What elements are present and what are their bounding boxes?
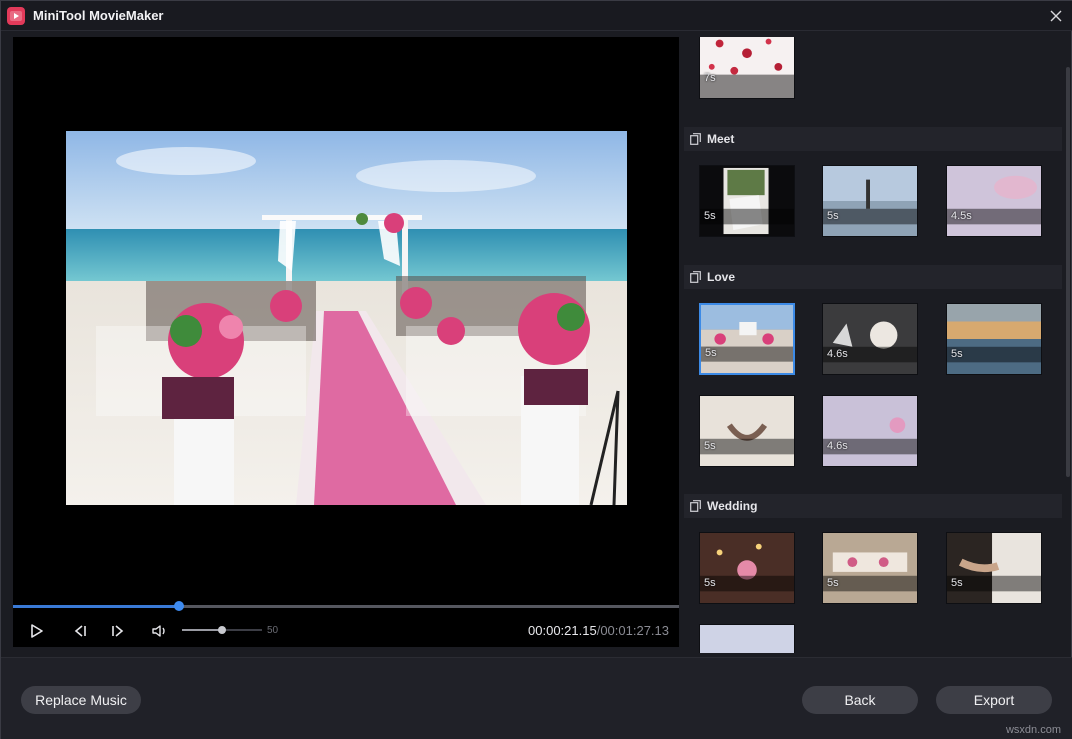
section-label: Wedding [707, 499, 757, 513]
volume-slider[interactable] [182, 629, 262, 631]
template-duration: 5s [827, 577, 839, 589]
template-thumbnail[interactable] [699, 624, 795, 653]
template-duration: 5s [704, 440, 716, 452]
progress-fill [13, 605, 179, 608]
template-duration: 5s [951, 348, 963, 360]
template-thumbnail[interactable]: 5s [946, 532, 1042, 604]
template-duration: 5s [704, 577, 716, 589]
replace-music-button[interactable]: Replace Music [21, 686, 141, 714]
scrollbar-thumb[interactable] [1066, 67, 1070, 477]
section-label: Meet [707, 132, 734, 146]
timecode: 00:00:21.15/00:01:27.13 [528, 623, 669, 638]
section-header-meet: Meet [684, 127, 1062, 151]
template-duration: 5s [705, 347, 717, 359]
progress-handle[interactable] [174, 601, 184, 611]
copy-icon [690, 500, 701, 512]
template-duration: 5s [704, 210, 716, 222]
app-title: MiniTool MovieMaker [33, 8, 164, 23]
template-list: 7s Meet 5s [684, 37, 1064, 653]
template-duration: 4.5s [951, 210, 972, 222]
template-thumbnail[interactable]: 5s [699, 395, 795, 467]
volume-handle[interactable] [218, 626, 226, 634]
watermark-text: wsxdn.com [1006, 724, 1061, 736]
template-duration: 5s [827, 210, 839, 222]
video-preview: 50 00:00:21.15/00:01:27.13 [13, 37, 679, 647]
template-duration: 5s [951, 577, 963, 589]
template-duration: 7s [704, 72, 716, 84]
next-frame-button[interactable] [108, 621, 130, 641]
template-duration: 4.6s [827, 348, 848, 360]
template-thumbnail[interactable]: 7s [699, 37, 795, 99]
template-thumbnail[interactable]: 5s [946, 303, 1042, 375]
copy-icon [690, 133, 701, 145]
preview-frame [66, 131, 627, 505]
volume-icon [149, 621, 171, 641]
section-header-wedding: Wedding [684, 494, 1062, 518]
template-duration: 4.6s [827, 440, 848, 452]
play-button[interactable] [26, 621, 48, 641]
volume-value: 50 [267, 625, 278, 636]
volume-fill [182, 629, 222, 631]
template-thumbnail[interactable]: 4.5s [946, 165, 1042, 237]
close-icon [1050, 10, 1062, 22]
template-thumbnail[interactable]: 5s [699, 165, 795, 237]
copy-icon [690, 271, 701, 283]
export-button[interactable]: Export [936, 686, 1052, 714]
template-thumbnail[interactable]: 5s [822, 532, 918, 604]
template-thumbnail[interactable]: 4.6s [822, 395, 918, 467]
footer-bar: Replace Music Back Export wsxdn.com [1, 657, 1072, 739]
app-window: MiniTool MovieMaker [0, 0, 1072, 739]
play-icon [26, 621, 48, 641]
section-label: Love [707, 270, 735, 284]
prev-frame-icon [68, 621, 90, 641]
section-header-love: Love [684, 265, 1062, 289]
template-thumbnail[interactable]: 5s [699, 532, 795, 604]
template-thumbnail-selected[interactable]: 5s [699, 303, 795, 375]
back-button[interactable]: Back [802, 686, 918, 714]
title-bar: MiniTool MovieMaker [1, 1, 1072, 31]
template-list-scrollbar[interactable] [1065, 37, 1071, 653]
close-button[interactable] [1045, 5, 1067, 27]
film-play-icon [7, 7, 25, 25]
next-frame-icon [108, 621, 130, 641]
template-thumbnail[interactable]: 4.6s [822, 303, 918, 375]
playback-progress-bar[interactable] [13, 605, 679, 608]
current-time: 00:00:21.15 [528, 623, 597, 638]
volume-button[interactable] [149, 621, 171, 641]
template-thumbnail[interactable]: 5s [822, 165, 918, 237]
total-time: /00:01:27.13 [597, 623, 669, 638]
previous-frame-button[interactable] [68, 621, 90, 641]
